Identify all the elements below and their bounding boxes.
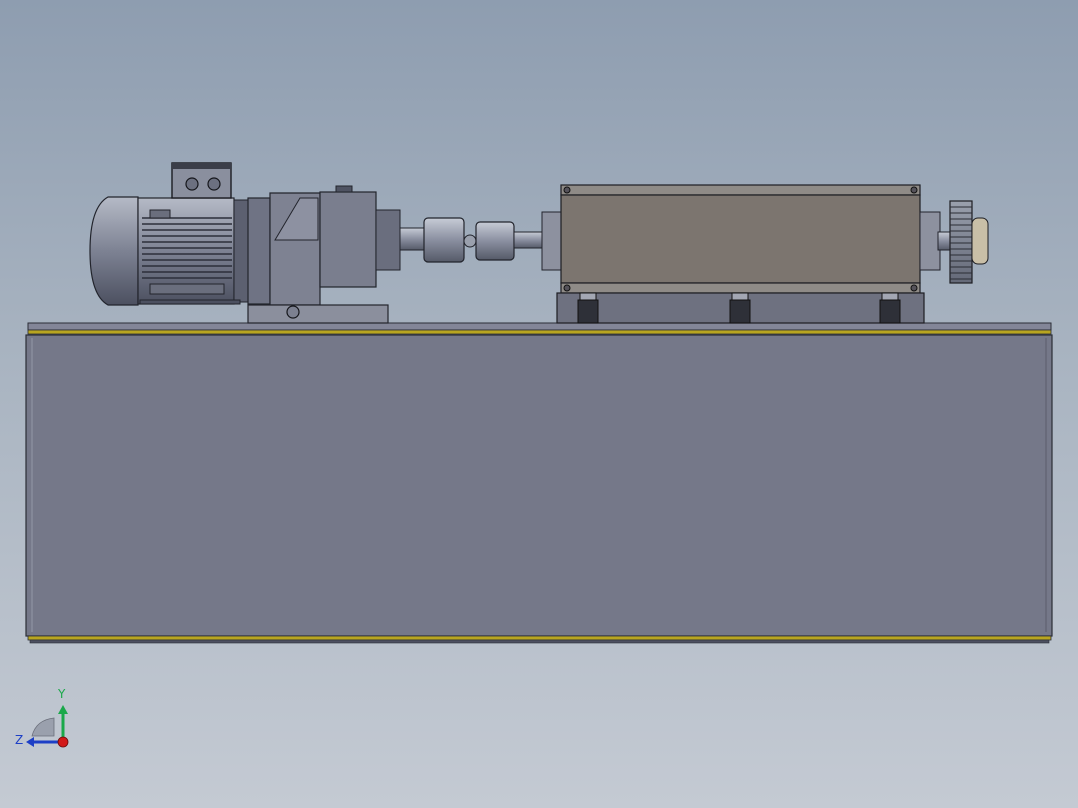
- triad-y-arrow-icon: [58, 705, 68, 714]
- base-body: [25, 334, 1053, 637]
- gearbox-adapter: [247, 197, 271, 305]
- gear-housing-body: [560, 194, 921, 284]
- base-frame[interactable]: [25, 322, 1053, 644]
- universal-joint-cross-icon: [463, 234, 477, 248]
- triad-plane-arc-icon: [31, 717, 55, 737]
- housing-output-collar: [919, 211, 941, 271]
- motor-lug-top: [149, 209, 171, 219]
- gear-hub: [971, 217, 989, 265]
- terminal-gland-left-icon: [185, 177, 199, 191]
- cad-model-view[interactable]: [0, 0, 1078, 808]
- housing-foot-cap-left: [579, 292, 597, 301]
- gear-housing[interactable]: [556, 184, 925, 324]
- coordinate-triad[interactable]: Y Z: [12, 684, 82, 754]
- gear-housing-bottom-flange: [560, 282, 921, 294]
- housing-bolt-top-left-icon: [563, 186, 571, 194]
- housing-support-foot-center: [729, 299, 751, 324]
- housing-bolt-bottom-left-icon: [563, 284, 571, 292]
- cad-viewport[interactable]: Y Z: [0, 0, 1078, 808]
- output-gear-assembly[interactable]: [919, 200, 989, 284]
- base-top-plate: [27, 322, 1052, 331]
- motor-lug-bottom: [149, 283, 225, 295]
- gearbox-drain-plug-icon: [286, 305, 300, 319]
- universal-joint-yoke-left: [423, 217, 465, 263]
- base-bottom-plate: [29, 639, 1050, 644]
- gearbox-output-bearing: [375, 209, 401, 271]
- drive-shaft[interactable]: [399, 211, 563, 271]
- base-bottom-rail-accent: [27, 635, 1052, 641]
- gearbox-foot: [247, 304, 389, 324]
- triad-y-label: Y: [57, 687, 66, 701]
- electric-motor[interactable]: [89, 162, 249, 306]
- motor-foot: [139, 299, 241, 305]
- housing-foot-cap-right: [881, 292, 899, 301]
- housing-bolt-bottom-right-icon: [910, 284, 918, 292]
- base-top-rail-accent: [27, 329, 1052, 335]
- motor-fan-cover: [89, 196, 139, 306]
- triad-z-arrow-icon: [26, 737, 34, 747]
- gearbox-breather: [335, 185, 353, 193]
- motor-terminal-lid: [172, 163, 231, 169]
- housing-foot-cap-center: [731, 292, 749, 301]
- terminal-gland-right-icon: [207, 177, 221, 191]
- housing-support-foot-left: [577, 299, 599, 324]
- housing-support-foot-right: [879, 299, 901, 324]
- gear-housing-top-lid: [560, 184, 921, 196]
- motor-flange: [233, 199, 249, 303]
- universal-joint-yoke-right: [475, 221, 515, 261]
- gear-housing-input-collar: [541, 211, 563, 271]
- gearbox[interactable]: [247, 185, 401, 324]
- triad-x-axis-icon: [57, 736, 69, 748]
- gearbox-output-housing: [319, 191, 377, 288]
- intermediate-shaft: [513, 231, 547, 249]
- triad-z-label: Z: [15, 733, 23, 747]
- housing-bolt-top-right-icon: [910, 186, 918, 194]
